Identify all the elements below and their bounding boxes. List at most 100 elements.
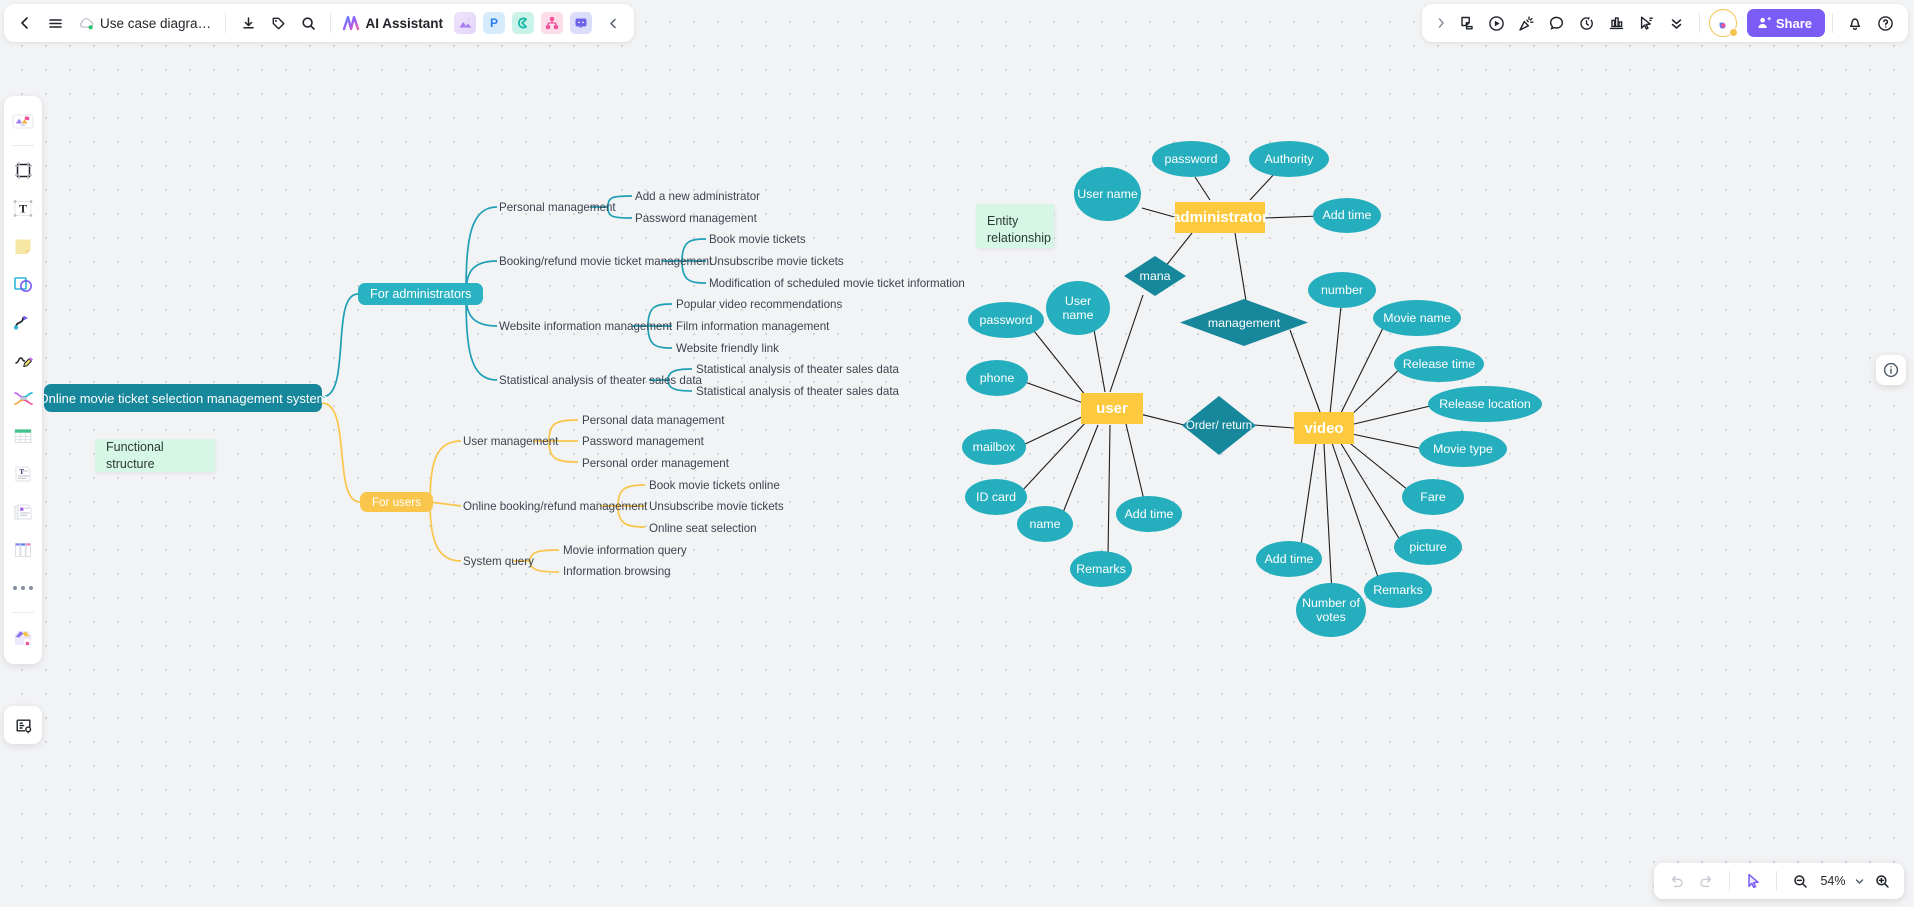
whiteboard-canvas[interactable]: Online movie ticket selection management…: [0, 0, 1914, 907]
expand-tools-button[interactable]: [1430, 8, 1452, 38]
mindmap-sticky-note[interactable]: Functional structure: [95, 439, 215, 472]
mindmap-leaf-movie-information-query[interactable]: Movie information query: [563, 544, 687, 558]
rail-item-templates[interactable]: [7, 104, 39, 138]
er-attribute-user-id-card[interactable]: ID card: [965, 479, 1027, 515]
mindmap-leaf-website-friendly-link[interactable]: Website friendly link: [676, 342, 779, 356]
mindmap-leaf-personal-data-management[interactable]: Personal data management: [582, 414, 724, 428]
search-button[interactable]: [293, 8, 323, 38]
rail-item-connector[interactable]: [7, 305, 39, 339]
mindmap-leaf-unsubscribe-movie-tickets[interactable]: Unsubscribe movie tickets: [709, 255, 844, 269]
rail-item-kanban[interactable]: [7, 533, 39, 567]
mindmap-chip[interactable]: [541, 12, 563, 34]
mindmap-leaf-film-information-management[interactable]: Film information management: [676, 320, 829, 334]
er-attribute-video-remarks[interactable]: Remarks: [1364, 572, 1432, 608]
er-attribute-user-user-name[interactable]: User name: [1046, 281, 1110, 335]
cursor-flag-button[interactable]: [1632, 8, 1662, 38]
rail-item-text[interactable]: T: [7, 191, 39, 225]
mindmap-leaf-unsubscribe-movie-tickets-user[interactable]: Unsubscribe movie tickets: [649, 500, 784, 514]
er-sticky-note[interactable]: Entity relationship: [976, 204, 1054, 248]
back-button[interactable]: [10, 8, 40, 38]
vote-chart-button[interactable]: [1602, 8, 1632, 38]
media-play-button[interactable]: [1482, 8, 1512, 38]
er-relationship-order-return[interactable]: Order/ return: [1182, 396, 1256, 455]
info-button[interactable]: [1876, 355, 1906, 385]
rail-item-shapes[interactable]: [7, 267, 39, 301]
rail-item-table[interactable]: [7, 419, 39, 453]
er-attribute-video-add-time[interactable]: Add time: [1256, 541, 1322, 577]
mindmap-node-website-information-management[interactable]: Website information management: [499, 320, 672, 334]
document-title[interactable]: Use case diagram of onli...: [100, 16, 218, 31]
mindmap-node-booking-refund-management[interactable]: Booking/refund movie ticket management: [499, 255, 712, 269]
comment-bubble-button[interactable]: [1542, 8, 1572, 38]
mindmap-leaf-modification-scheduled-ticket[interactable]: Modification of scheduled movie ticket i…: [709, 277, 965, 291]
sticky-note-button[interactable]: [1452, 8, 1482, 38]
mindmap-node-system-query[interactable]: System query: [463, 555, 534, 569]
er-attribute-video-number-of-votes[interactable]: Number of votes: [1296, 583, 1366, 637]
er-attribute-user-name[interactable]: name: [1017, 506, 1073, 542]
er-attribute-user-phone[interactable]: phone: [966, 360, 1028, 396]
mindmap-leaf-password-management-user[interactable]: Password management: [582, 435, 704, 449]
mindmap-leaf-add-new-administrator[interactable]: Add a new administrator: [635, 190, 760, 204]
zoom-level-value[interactable]: 54%: [1816, 874, 1850, 888]
collapse-apps-button[interactable]: [598, 8, 628, 38]
menu-button[interactable]: [40, 8, 70, 38]
rail-item-presentation-notes[interactable]: [4, 706, 42, 744]
mindmap-branch-for-administrators[interactable]: For administrators: [358, 283, 484, 305]
share-button[interactable]: Share: [1746, 9, 1825, 37]
undo-button[interactable]: [1662, 867, 1690, 895]
zoom-in-button[interactable]: [1868, 867, 1896, 895]
presentation-chip[interactable]: P: [483, 12, 505, 34]
er-attribute-admin-authority[interactable]: Authority: [1249, 141, 1329, 177]
er-attribute-admin-user-name[interactable]: User name: [1074, 167, 1141, 221]
zoom-out-button[interactable]: [1786, 867, 1814, 895]
mindmap-node-personal-management[interactable]: Personal management: [499, 201, 616, 215]
mindmap-leaf-personal-order-management[interactable]: Personal order management: [582, 457, 729, 471]
timer-button[interactable]: [1572, 8, 1602, 38]
mindmap-node-online-booking-refund[interactable]: Online booking/refund management: [463, 500, 647, 514]
er-attribute-admin-add-time[interactable]: Add time: [1313, 198, 1381, 233]
mindmap-leaf-statistical-analysis-2[interactable]: Statistical analysis of theater sales da…: [696, 385, 899, 399]
er-attribute-user-remarks[interactable]: Remarks: [1070, 551, 1132, 587]
er-entity-video[interactable]: video: [1294, 412, 1354, 444]
rail-item-sticky-note[interactable]: [7, 229, 39, 263]
mindmap-leaf-information-browsing[interactable]: Information browsing: [563, 565, 671, 579]
mindmap-leaf-online-seat-selection[interactable]: Online seat selection: [649, 522, 757, 536]
more-tools-button[interactable]: [1662, 8, 1692, 38]
er-attribute-video-release-location[interactable]: Release location: [1428, 386, 1542, 422]
cursor-tool-button[interactable]: [1739, 867, 1767, 895]
confetti-button[interactable]: [1512, 8, 1542, 38]
er-attribute-video-fare[interactable]: Fare: [1402, 479, 1464, 515]
comment-chip[interactable]: [570, 12, 592, 34]
download-button[interactable]: [233, 8, 263, 38]
mindmap-leaf-password-management-admin[interactable]: Password management: [635, 212, 757, 226]
boardmix-avatar[interactable]: [1708, 9, 1738, 37]
rail-item-document[interactable]: T: [7, 457, 39, 491]
redo-button[interactable]: [1692, 867, 1720, 895]
mindmap-node-statistical-analysis[interactable]: Statistical analysis of theater sales da…: [499, 374, 702, 388]
er-attribute-admin-password[interactable]: password: [1152, 141, 1230, 177]
mindmap-branch-for-users[interactable]: For users: [360, 492, 433, 512]
er-attribute-user-mailbox[interactable]: mailbox: [962, 429, 1026, 465]
er-attribute-video-movie-type[interactable]: Movie type: [1419, 431, 1507, 467]
er-relationship-mana[interactable]: mana: [1124, 256, 1186, 296]
mindmap-root-node[interactable]: Online movie ticket selection management…: [39, 384, 328, 412]
rail-item-pen[interactable]: [7, 343, 39, 377]
er-attribute-video-release-time[interactable]: Release time: [1394, 346, 1484, 382]
mindmap-leaf-statistical-analysis-1[interactable]: Statistical analysis of theater sales da…: [696, 363, 899, 377]
tag-button[interactable]: [263, 8, 293, 38]
flowchart-chip[interactable]: [512, 12, 534, 34]
er-entity-user[interactable]: user: [1081, 393, 1143, 424]
er-attribute-video-number[interactable]: number: [1308, 272, 1376, 308]
rail-item-more[interactable]: [7, 571, 39, 605]
mindmap-leaf-popular-video-recommendations[interactable]: Popular video recommendations: [676, 298, 842, 312]
er-entity-administrator[interactable]: administrator: [1172, 202, 1268, 233]
mindmap-node-user-management[interactable]: User management: [463, 435, 558, 449]
er-attribute-user-add-time[interactable]: Add time: [1116, 496, 1182, 532]
er-relationship-management[interactable]: management: [1180, 299, 1308, 346]
mindmap-leaf-book-movie-tickets-online[interactable]: Book movie tickets online: [649, 479, 780, 493]
rail-item-mindmap[interactable]: [7, 381, 39, 415]
er-attribute-video-picture[interactable]: picture: [1394, 529, 1462, 565]
mindmap-leaf-book-movie-tickets[interactable]: Book movie tickets: [709, 233, 806, 247]
rail-item-frame[interactable]: [7, 153, 39, 187]
help-button[interactable]: [1870, 8, 1900, 38]
